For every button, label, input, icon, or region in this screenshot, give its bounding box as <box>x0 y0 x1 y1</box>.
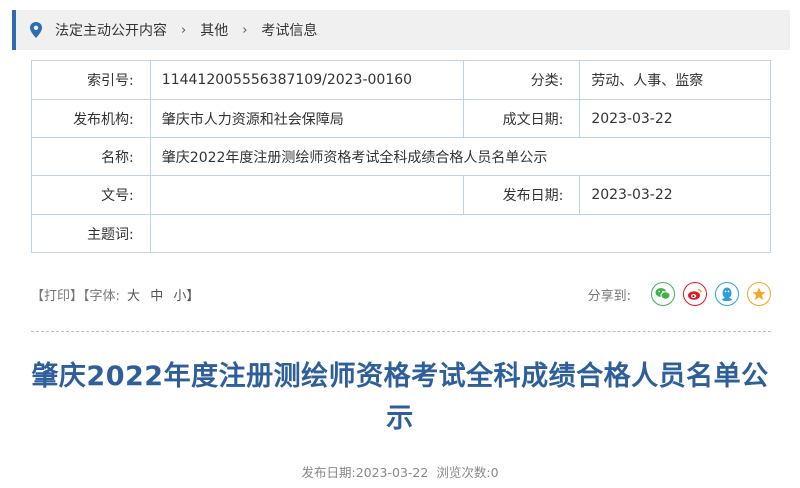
wechat-icon[interactable] <box>651 282 675 306</box>
share-label: 分享到: <box>587 288 631 304</box>
publish-date-value: 2023-03-22 <box>579 175 771 215</box>
print-button[interactable]: 【打印】 <box>31 289 83 304</box>
category-value: 劳动、人事、监察 <box>579 60 771 100</box>
created-date-label: 成文日期: <box>462 99 581 138</box>
breadcrumb-item-exam-info[interactable]: 考试信息 <box>261 20 317 40</box>
font-size-label: 【字体: <box>83 288 120 304</box>
font-large-button[interactable]: 大 <box>127 289 140 304</box>
qzone-icon[interactable] <box>747 282 771 306</box>
print-font-tools: 【打印】【字体: 大 中 小】 <box>31 285 202 304</box>
publisher-value: 肇庆市人力资源和社会保障局 <box>149 99 464 138</box>
breadcrumb: 法定主动公开内容 › 其他 › 考试信息 <box>12 10 790 50</box>
publish-date-info-label: 发布日期: <box>301 465 356 480</box>
meta-row: 文号: 发布日期: 2023-03-22 <box>31 175 771 215</box>
meta-row: 发布机构: 肇庆市人力资源和社会保障局 成文日期: 2023-03-22 <box>31 99 771 138</box>
font-small-button[interactable]: 小】 <box>173 289 199 304</box>
publisher-label: 发布机构: <box>31 99 151 138</box>
name-label: 名称: <box>31 137 151 176</box>
keywords-label: 主题词: <box>31 214 151 253</box>
publish-date-label: 发布日期: <box>462 175 581 215</box>
weibo-icon[interactable] <box>683 282 707 306</box>
document-meta-table: 索引号: 114412005556387109/2023-00160 分类: 劳… <box>31 60 772 253</box>
doc-number-label: 文号: <box>31 175 151 215</box>
breadcrumb-item-other[interactable]: 其他 <box>200 20 228 40</box>
article-title: 肇庆2022年度注册测绘师资格考试全科成绩合格人员名单公示 <box>31 361 769 434</box>
breadcrumb-separator-icon: › <box>181 22 187 38</box>
keywords-value <box>149 214 772 253</box>
section-divider <box>31 331 771 332</box>
view-count-label: 浏览次数: <box>436 465 491 480</box>
category-label: 分类: <box>462 60 581 100</box>
name-value: 肇庆2022年度注册测绘师资格考试全科成绩合格人员名单公示 <box>149 137 772 176</box>
article-info: 发布日期:2023-03-22 浏览次数:0 <box>0 462 800 481</box>
breadcrumb-item-public-content[interactable]: 法定主动公开内容 <box>55 20 167 40</box>
font-medium-button[interactable]: 中 <box>150 289 163 304</box>
qq-icon[interactable] <box>715 282 739 306</box>
meta-row: 主题词: <box>31 214 772 253</box>
share-bar: 分享到: <box>588 282 771 306</box>
breadcrumb-separator-icon: › <box>242 22 248 38</box>
meta-row: 索引号: 114412005556387109/2023-00160 分类: 劳… <box>31 60 771 100</box>
index-label: 索引号: <box>31 60 151 100</box>
article-tools: 【打印】【字体: 大 中 小】 分享到: <box>31 281 771 307</box>
publish-date-info-value: 2023-03-22 <box>355 465 429 480</box>
location-pin-icon <box>29 22 43 38</box>
index-value: 114412005556387109/2023-00160 <box>149 60 464 100</box>
created-date-value: 2023-03-22 <box>579 99 771 138</box>
doc-number-value <box>149 175 464 215</box>
meta-row: 名称: 肇庆2022年度注册测绘师资格考试全科成绩合格人员名单公示 <box>31 137 772 176</box>
view-count-value: 0 <box>490 465 499 480</box>
